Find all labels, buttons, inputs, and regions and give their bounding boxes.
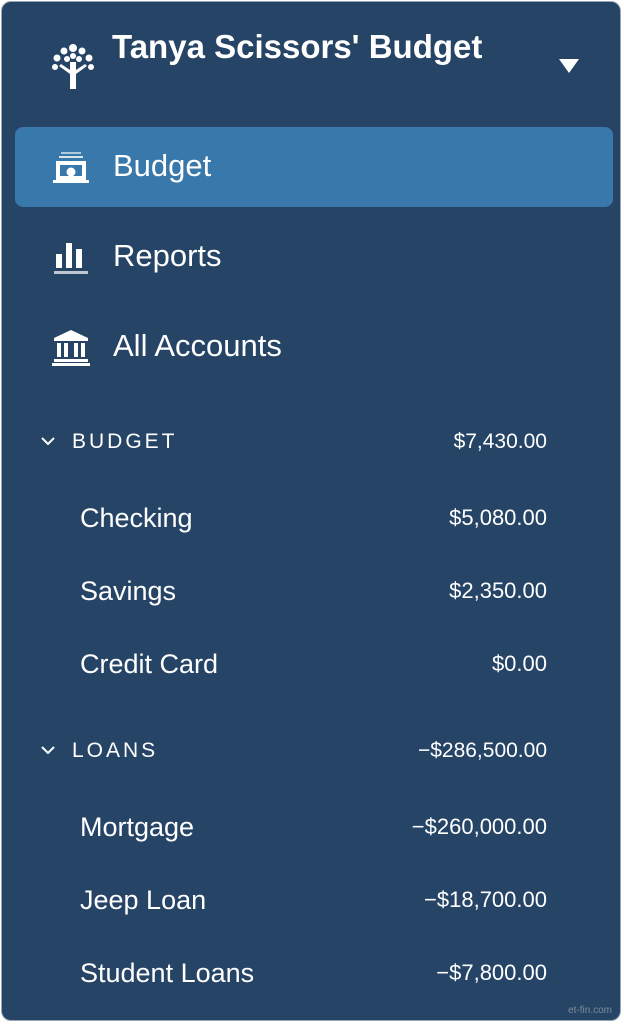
account-name: Checking [80, 503, 193, 533]
account-row-checking[interactable]: Checking $5,080.00 [2, 493, 620, 543]
budget-name[interactable]: Tanya Scissors' Budget [112, 28, 482, 66]
nav-item-all-accounts[interactable]: All Accounts [15, 307, 613, 387]
account-row-credit-card[interactable]: Credit Card $0.00 [2, 639, 620, 689]
account-row-savings[interactable]: Savings $2,350.00 [2, 566, 620, 616]
tree-logo-icon [52, 44, 94, 89]
account-name: Savings [80, 576, 177, 606]
nav-label-budget: Budget [113, 148, 212, 183]
nav-item-reports[interactable]: Reports [15, 217, 613, 297]
nav-label-all-accounts: All Accounts [113, 328, 282, 363]
budget-header[interactable]: Tanya Scissors' Budget [2, 2, 620, 110]
account-balance: −$18,700.00 [424, 887, 547, 912]
account-balance: $5,080.00 [449, 505, 547, 530]
account-name: Mortgage [80, 812, 195, 842]
account-row-jeep-loan[interactable]: Jeep Loan −$18,700.00 [2, 875, 620, 925]
group-header-budget[interactable]: BUDGET $7,430.00 [2, 422, 620, 466]
nav-label-reports: Reports [113, 238, 222, 273]
chevron-down-icon[interactable] [40, 743, 56, 757]
group-header-loans[interactable]: LOANS −$286,500.00 [2, 731, 620, 775]
account-row-student-loans[interactable]: Student Loans −$7,800.00 [2, 948, 620, 998]
bank-icon [52, 330, 90, 366]
bar-chart-icon [54, 243, 88, 274]
group-total: −$286,500.00 [417, 739, 547, 762]
budget-icon [53, 152, 89, 183]
account-name: Credit Card [80, 649, 219, 679]
group-label: BUDGET [72, 430, 178, 453]
account-name: Student Loans [80, 958, 255, 988]
watermark: et-fin.com [568, 1005, 612, 1016]
account-balance: −$260,000.00 [411, 814, 547, 839]
caret-down-icon[interactable] [558, 58, 580, 74]
nav-item-budget[interactable]: Budget [15, 127, 613, 207]
group-total: $7,430.00 [453, 430, 547, 453]
sidebar: Tanya Scissors' Budget Budget Reports Al… [1, 1, 621, 1021]
account-name: Jeep Loan [80, 885, 207, 915]
account-balance: $2,350.00 [449, 578, 547, 603]
account-balance: $0.00 [491, 651, 547, 676]
chevron-down-icon[interactable] [40, 434, 56, 448]
account-row-mortgage[interactable]: Mortgage −$260,000.00 [2, 802, 620, 852]
group-label: LOANS [72, 739, 159, 762]
account-balance: −$7,800.00 [436, 960, 547, 985]
